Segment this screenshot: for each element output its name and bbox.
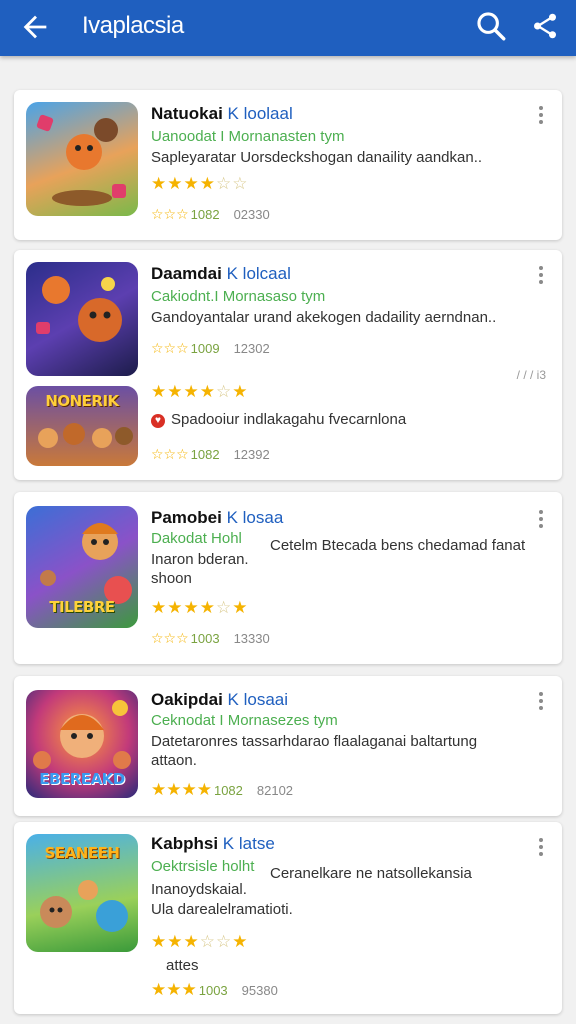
app-description: Cetelm Btecada bens chedamad fanat <box>270 537 526 554</box>
rating-stars: ★★★★☆★ <box>151 382 249 401</box>
app-thumbnail[interactable]: TILEBRE <box>26 506 138 628</box>
app-meta: ★★★★ 1082 82102 <box>151 780 294 799</box>
app-developer: Dakodat Hohl <box>151 530 242 547</box>
game-characters-icon <box>38 423 133 448</box>
app-meta: ★★★ 1003 95380 <box>151 980 278 999</box>
search-icon[interactable] <box>474 9 508 43</box>
app-meta: ☆☆☆ 1082 12392 <box>151 446 270 462</box>
rating-mini-stars: ☆☆☆ <box>151 446 189 462</box>
app-name[interactable]: Daamdai K lolcaal <box>151 264 291 284</box>
heart-icon: ♥ <box>151 414 165 428</box>
rating-stars: ★★★★☆★ <box>151 598 249 617</box>
app-name[interactable]: Natuokai K loolaal <box>151 104 293 124</box>
app-meta: ☆☆☆ 1082 02330 <box>151 206 270 222</box>
rating-stars: ★★★★ <box>151 780 212 799</box>
app-description: Sapleyaratar Uorsdeckshogan danaility aa… <box>151 149 483 166</box>
more-options-icon[interactable] <box>534 104 548 126</box>
app-description-line: attaon. <box>151 752 197 769</box>
app-name[interactable]: Pamobei K losaa <box>151 508 283 528</box>
app-card[interactable]: Natuokai K loolaal Uanoodat I Mornanaste… <box>14 90 562 240</box>
rating-stars: ★★★☆☆★ <box>151 932 249 951</box>
app-thumbnail[interactable] <box>26 102 138 216</box>
app-card[interactable]: TILEBRE Pamobei K losaa Dakodat Hohl Cet… <box>14 492 562 664</box>
app-thumbnail[interactable]: EBEREAKD <box>26 690 138 798</box>
app-bar: Ivaplacsia <box>0 0 576 56</box>
app-developer: Uanoodat I Mornanasten tym <box>151 128 345 145</box>
app-developer: Cakiodnt.I Mornasaso tym <box>151 288 326 305</box>
rating-stars-small: ★★★ <box>151 980 197 999</box>
app-description: Datetaronres tassarhdarao flaalaganai ba… <box>151 733 478 750</box>
app-card[interactable]: EBEREAKD Oakipdai K losaai Ceknodat I Mo… <box>14 676 562 816</box>
favorite-note: ♥ Spadooiur indlakagahu fvecarnlona <box>151 410 406 430</box>
share-icon[interactable] <box>530 11 560 41</box>
game-character-icon <box>36 276 122 342</box>
app-description-line: Inaron bderan. <box>151 551 249 568</box>
more-options-icon[interactable] <box>534 264 548 286</box>
app-description-line: Inanoydskaial. <box>151 881 247 898</box>
faint-label: / / / i3 <box>516 368 546 382</box>
app-developer: Oektrsisle holht <box>151 858 255 875</box>
game-logo-text: EBEREAKD <box>39 770 125 788</box>
game-character-icon <box>36 114 126 206</box>
app-thumbnail[interactable]: NONERIK <box>26 386 138 466</box>
more-options-icon[interactable] <box>534 690 548 712</box>
more-options-icon[interactable] <box>534 508 548 530</box>
app-meta: ☆☆☆ 1009 12302 <box>151 340 270 356</box>
app-extra-label: attes <box>166 957 199 974</box>
game-logo-text: SEANEEH <box>44 844 120 862</box>
app-description-line: Ula darealelramatioti. <box>151 901 293 918</box>
arrow-back-icon[interactable] <box>18 10 52 44</box>
app-description: Gandoyantalar urand akekogen dadaility a… <box>151 309 497 326</box>
rating-mini-stars: ☆☆☆ <box>151 630 189 646</box>
app-thumbnail[interactable]: SEANEEH <box>26 834 138 952</box>
more-options-icon[interactable] <box>534 836 548 858</box>
app-card[interactable]: SEANEEH Kabphsi K latse Oektrsisle holht… <box>14 822 562 1014</box>
app-card[interactable]: Daamdai K lolcaal Cakiodnt.I Mornasaso t… <box>14 250 562 480</box>
rating-mini-stars: ☆☆☆ <box>151 206 189 222</box>
game-logo-text: TILEBRE <box>49 598 115 616</box>
app-developer: Ceknodat I Mornasezes tym <box>151 712 338 729</box>
app-name[interactable]: Oakipdai K losaai <box>151 690 288 710</box>
app-name[interactable]: Kabphsi K latse <box>151 834 275 854</box>
app-thumbnail[interactable] <box>26 262 138 376</box>
app-description-line: shoon <box>151 570 192 587</box>
rating-mini-stars: ☆☆☆ <box>151 340 189 356</box>
rating-stars: ★★★★☆☆ <box>151 174 249 193</box>
page-title: Ivaplacsia <box>82 12 184 39</box>
app-description: Ceranelkare ne natsollekansia <box>270 865 472 882</box>
app-meta: ☆☆☆ 1003 13330 <box>151 630 270 646</box>
